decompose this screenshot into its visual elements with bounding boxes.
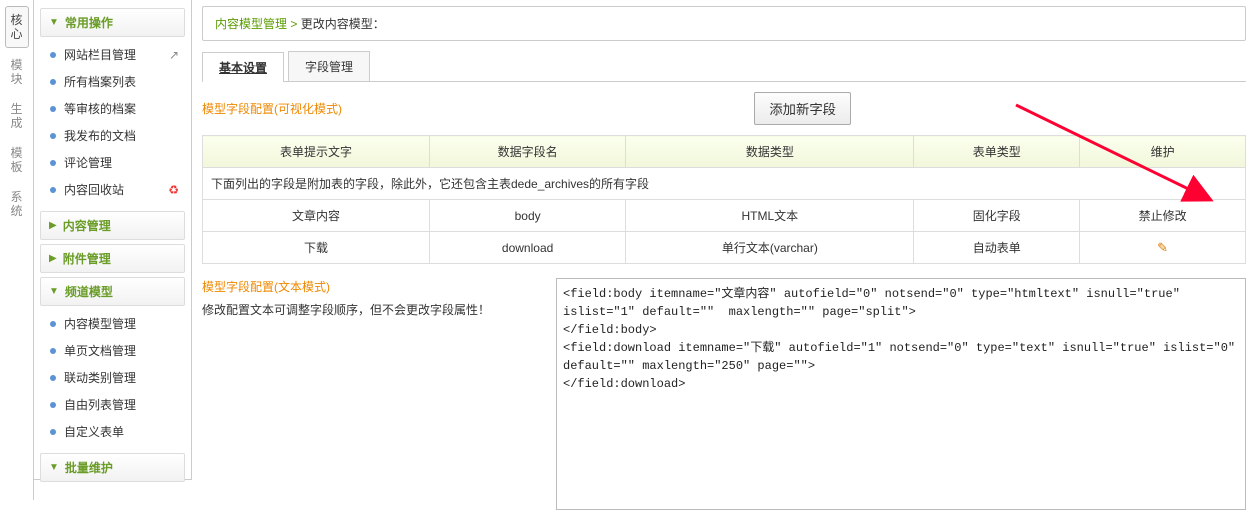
nav-group-label: 频道模型 <box>65 283 113 300</box>
fields-table: 表单提示文字 数据字段名 数据类型 表单类型 维护 下面列出的字段是附加表的字段… <box>202 135 1246 264</box>
breadcrumb: 内容模型管理 > 更改内容模型： <box>202 6 1246 41</box>
text-mode-label: 模型字段配置(文本模式) <box>202 278 556 295</box>
nav-item-custom-form[interactable]: 自定义表单 <box>34 418 191 445</box>
cell-prompt: 文章内容 <box>203 200 430 232</box>
nav-group-batch[interactable]: ▼ 批量维护 <box>40 453 185 482</box>
nav-item-comments[interactable]: 评论管理 <box>34 149 191 176</box>
cell-ftype: 自动表单 <box>914 232 1080 264</box>
add-field-button[interactable]: 添加新字段 <box>754 92 851 125</box>
recycle-icon: ♻ <box>168 183 179 197</box>
side-nav: ▼ 常用操作 网站栏目管理↗ 所有档案列表 等审核的档案 我发布的文档 评论管理… <box>34 0 192 480</box>
nav-item-model-mgmt[interactable]: 内容模型管理 <box>34 310 191 337</box>
dot-icon <box>50 321 56 327</box>
text-mode-section: 模型字段配置(文本模式) 修改配置文本可调整字段顺序，但不会更改字段属性！ <box>202 278 1246 510</box>
vtab-template[interactable]: 模板 <box>5 140 29 180</box>
dot-icon <box>50 187 56 193</box>
nav-group-label: 内容管理 <box>63 217 111 234</box>
nav-items-channel: 内容模型管理 单页文档管理 联动类别管理 自由列表管理 自定义表单 <box>34 310 191 445</box>
cell-dtype: HTML文本 <box>626 200 914 232</box>
cell-ftype: 固化字段 <box>914 200 1080 232</box>
vtab-generate[interactable]: 生成 <box>5 96 29 136</box>
table-note: 下面列出的字段是附加表的字段，除此外，它还包含主表dede_archives的所… <box>203 168 1246 200</box>
th-action: 维护 <box>1080 136 1246 168</box>
cell-prompt: 下载 <box>203 232 430 264</box>
nav-group-label: 常用操作 <box>65 14 113 31</box>
nav-group-attach[interactable]: ▶ 附件管理 <box>40 244 185 273</box>
dot-icon <box>50 429 56 435</box>
table-header-row: 表单提示文字 数据字段名 数据类型 表单类型 维护 <box>203 136 1246 168</box>
tabs: 基本设置 字段管理 <box>202 51 1246 82</box>
caret-right-icon: ▶ <box>49 220 57 231</box>
caret-down-icon: ▼ <box>49 17 59 28</box>
cell-action-locked: 禁止修改 <box>1080 200 1246 232</box>
dot-icon <box>50 133 56 139</box>
visual-mode-label: 模型字段配置(可视化模式) <box>202 100 342 117</box>
table-note-row: 下面列出的字段是附加表的字段，除此外，它还包含主表dede_archives的所… <box>203 168 1246 200</box>
caret-right-icon: ▶ <box>49 253 57 264</box>
th-formtype: 表单类型 <box>914 136 1080 168</box>
dot-icon <box>50 52 56 58</box>
nav-item-linked-cat[interactable]: 联动类别管理 <box>34 364 191 391</box>
table-row: 文章内容 body HTML文本 固化字段 禁止修改 <box>203 200 1246 232</box>
edit-icon[interactable]: ✎ <box>1157 240 1168 255</box>
cell-field: download <box>429 232 625 264</box>
nav-item-pending[interactable]: 等审核的档案 <box>34 95 191 122</box>
th-prompt: 表单提示文字 <box>203 136 430 168</box>
tab-fields[interactable]: 字段管理 <box>288 51 370 81</box>
nav-group-label: 附件管理 <box>63 250 111 267</box>
nav-item-recycle[interactable]: 内容回收站♻ <box>34 176 191 203</box>
crumb-root[interactable]: 内容模型管理 <box>215 17 287 31</box>
th-fieldname: 数据字段名 <box>429 136 625 168</box>
caret-down-icon: ▼ <box>49 286 59 297</box>
tab-basic[interactable]: 基本设置 <box>202 52 284 82</box>
text-mode-desc: 修改配置文本可调整字段顺序，但不会更改字段属性！ <box>202 301 556 318</box>
dot-icon <box>50 160 56 166</box>
vertical-tab-strip: 核心 模块 生成 模板 系统 <box>0 0 34 500</box>
nav-items-common: 网站栏目管理↗ 所有档案列表 等审核的档案 我发布的文档 评论管理 内容回收站♻ <box>34 41 191 203</box>
field-xml-textarea[interactable] <box>556 278 1246 510</box>
nav-item-single-page[interactable]: 单页文档管理 <box>34 337 191 364</box>
vtab-module[interactable]: 模块 <box>5 52 29 92</box>
nav-group-channel[interactable]: ▼ 频道模型 <box>40 277 185 306</box>
crumb-current: 更改内容模型： <box>301 17 385 31</box>
nav-group-content[interactable]: ▶ 内容管理 <box>40 211 185 240</box>
dot-icon <box>50 402 56 408</box>
cell-action-edit[interactable]: ✎ <box>1080 232 1246 264</box>
external-icon: ↗ <box>169 48 179 62</box>
th-datatype: 数据类型 <box>626 136 914 168</box>
nav-item-my-docs[interactable]: 我发布的文档 <box>34 122 191 149</box>
nav-item-columns[interactable]: 网站栏目管理↗ <box>34 41 191 68</box>
config-bar: 模型字段配置(可视化模式) 添加新字段 <box>202 92 1246 125</box>
vtab-system[interactable]: 系统 <box>5 184 29 224</box>
cell-field: body <box>429 200 625 232</box>
nav-group-label: 批量维护 <box>65 459 113 476</box>
nav-group-common[interactable]: ▼ 常用操作 <box>40 8 185 37</box>
cell-dtype: 单行文本(varchar) <box>626 232 914 264</box>
table-row: 下载 download 单行文本(varchar) 自动表单 ✎ <box>203 232 1246 264</box>
caret-down-icon: ▼ <box>49 462 59 473</box>
main-panel: 内容模型管理 > 更改内容模型： 基本设置 字段管理 模型字段配置(可视化模式)… <box>192 0 1256 500</box>
dot-icon <box>50 375 56 381</box>
dot-icon <box>50 348 56 354</box>
nav-item-free-list[interactable]: 自由列表管理 <box>34 391 191 418</box>
vtab-core[interactable]: 核心 <box>5 6 29 48</box>
dot-icon <box>50 106 56 112</box>
dot-icon <box>50 79 56 85</box>
nav-item-all-archives[interactable]: 所有档案列表 <box>34 68 191 95</box>
